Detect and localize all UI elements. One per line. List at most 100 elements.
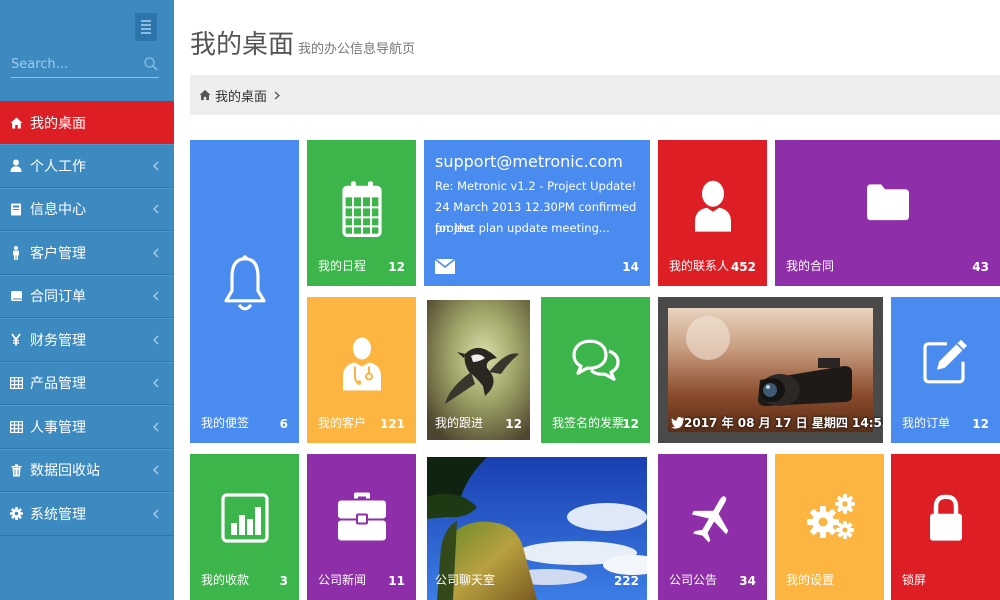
tile-chat[interactable]: 公司聊天室 222 [424,454,650,600]
tile-count: 12 [388,260,405,274]
tile-label: 公司公告 [669,573,718,587]
sidebar-item-label: 个人工作 [30,158,86,175]
tile-label: 我签名的发票 [552,416,625,430]
tile-announcements[interactable]: 公司公告 34 [658,454,767,600]
tile-clock[interactable]: 2017 年 08 月 17 日 星期四 14:53:30 [658,297,883,443]
tile-count: 12 [972,417,989,431]
tile-mail[interactable]: support@metronic.com Re: Metronic v1.2 -… [424,140,650,286]
sidebar-item-label: 系统管理 [30,506,86,523]
tile-receipts[interactable]: 我的收款 3 [190,454,299,600]
table-icon [9,420,23,434]
book-icon [9,289,23,303]
cogs-icon [806,494,855,539]
sidebar-item-label: 我的桌面 [30,115,86,132]
tile-label: 我的便签 [201,416,250,430]
twitter-icon [671,417,685,429]
sidebar-item-hr[interactable]: 人事管理 [0,405,174,449]
tile-count: 12 [622,417,639,431]
tile-clients[interactable]: 我的客户 121 [307,297,416,443]
main-content: 我的桌面 我的办公信息导航页 我的桌面 我的便签 6 我的日程 12 suppor… [174,0,1000,600]
tile-orders[interactable]: 我的订单 12 [891,297,1000,443]
book-icon [9,202,23,216]
tile-notes[interactable]: 我的便签 6 [190,140,299,443]
sidebar-item-label: 客户管理 [30,245,86,262]
mail-subject: Re: Metronic v1.2 - Project Update! [435,179,637,193]
tile-label: 我的收款 [201,573,250,587]
chevron-left-icon [153,335,159,345]
comments-icon [571,339,620,381]
chevron-left-icon [153,378,159,388]
page-subtitle: 我的办公信息导航页 [298,42,416,57]
tile-invoices[interactable]: 我签名的发票 12 [541,297,650,443]
tile-lock-screen[interactable]: 锁屏 [891,454,1000,600]
search-box [11,52,159,78]
yen-icon [9,333,23,347]
sidebar-item-label: 人事管理 [30,419,86,436]
chevron-left-icon [153,465,159,475]
sidebar-item-label: 合同订单 [30,289,86,306]
tile-count: 3 [279,574,288,588]
tile-label: 锁屏 [902,573,927,587]
tile-count: 6 [279,417,288,431]
sidebar-item-recycle-bin[interactable]: 数据回收站 [0,448,174,492]
person-icon [9,245,23,260]
edit-icon [922,339,967,384]
breadcrumb-item[interactable]: 我的桌面 [215,86,267,105]
tile-news[interactable]: 公司新闻 11 [307,454,416,600]
chevron-left-icon [153,161,159,171]
tile-contracts[interactable]: 我的合同 43 [775,140,1000,286]
breadcrumb: 我的桌面 [190,75,1000,115]
sidebar-item-label: 财务管理 [30,332,86,349]
sidebar-item-label: 信息中心 [30,202,86,219]
mail-preview-line: project plan update meeting... [435,221,610,235]
user-icon [9,159,23,173]
gear-icon [9,507,23,521]
search-icon[interactable] [143,56,159,72]
chevron-left-icon [153,509,159,519]
tile-settings[interactable]: 我的设置 [775,454,884,600]
table-icon [9,376,23,390]
tile-label: 我的合同 [786,259,835,273]
clock-datetime: 2017 年 08 月 17 日 星期四 14:53:30 [684,416,883,430]
sidebar-item-contract-orders[interactable]: 合同订单 [0,274,174,318]
tile-followup[interactable]: 我的跟进 12 [424,297,533,443]
tile-count: 452 [730,260,756,274]
tile-label: 我的客户 [318,416,367,430]
tile-count: 121 [379,417,405,431]
home-icon [9,116,23,130]
page-title: 我的桌面 我的办公信息导航页 [190,24,415,61]
sidebar-item-desktop[interactable]: 我的桌面 [0,101,174,144]
tile-count: 12 [505,417,522,431]
tile-label: 我的日程 [318,259,367,273]
search-input[interactable] [11,54,141,74]
tile-count: 43 [972,260,989,274]
tile-label: 我的订单 [902,416,951,430]
chevron-left-icon [153,422,159,432]
trash-icon [9,463,23,477]
sidebar-item-label: 数据回收站 [30,463,100,480]
bar-chart-icon [220,493,269,543]
envelope-icon [435,259,455,274]
tile-schedule[interactable]: 我的日程 12 [307,140,416,286]
sidebar-item-products[interactable]: 产品管理 [0,361,174,405]
sidebar-item-personal-work[interactable]: 个人工作 [0,144,174,188]
chevron-right-icon [274,91,281,99]
app-window: 我的桌面 个人工作 信息中心 客户管理 合同订单 [0,0,1000,600]
home-icon[interactable] [199,89,211,101]
sidebar-item-client-management[interactable]: 客户管理 [0,231,174,275]
tile-count: 14 [622,260,639,274]
mail-sender: support@metronic.com [435,152,623,171]
tile-count: 222 [613,574,639,588]
plane-icon [691,496,728,543]
tile-contacts[interactable]: 我的联系人 452 [658,140,767,286]
sidebar-item-label: 产品管理 [30,376,86,393]
tile-label: 公司聊天室 [435,573,496,587]
sidebar-item-info-center[interactable]: 信息中心 [0,187,174,231]
chevron-left-icon [153,291,159,301]
sidebar-item-finance[interactable]: 财务管理 [0,318,174,362]
user-icon [694,180,731,232]
sidebar-toggle-button[interactable] [135,13,157,41]
tile-label: 公司新闻 [318,573,367,587]
sidebar-item-system[interactable]: 系统管理 [0,492,174,536]
briefcase-icon [337,492,386,541]
